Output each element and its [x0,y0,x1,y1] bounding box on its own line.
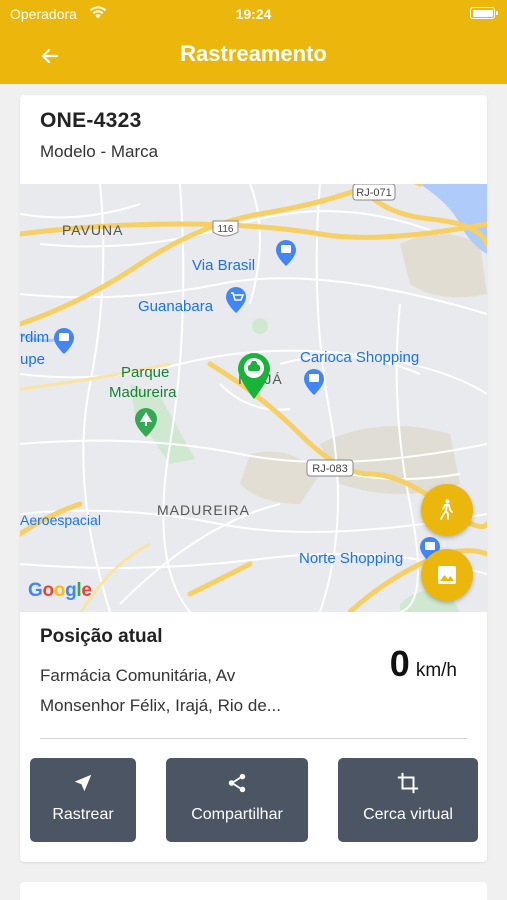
image-icon [438,566,456,584]
clock: 19:24 [235,6,272,22]
battery-icon [470,7,498,19]
speed-readout: 0 km/h [390,643,457,685]
map-label-jardim-2: upe [20,351,45,368]
road-shield-rj071: RJ-071 [352,184,396,201]
geofence-button[interactable]: Cerca virtual [338,758,478,842]
share-button-label: Compartilhar [191,806,283,823]
track-button[interactable]: Rastrear [30,758,136,842]
status-bar: Operadora 19:24 [0,0,507,28]
map-label-parque-madureira: Madureira [109,384,177,401]
share-button[interactable]: Compartilhar [166,758,308,842]
navigation-arrow-icon [74,774,92,792]
geofence-button-label: Cerca virtual [363,806,453,823]
road-label-116: 116 [218,224,234,235]
street-view-button[interactable] [421,484,473,536]
road-shield-116: 116 [212,220,239,237]
current-position-title: Posição atual [40,626,163,647]
address-line-1: Farmácia Comunitária, Av [40,666,236,685]
road-label-rj071: RJ-071 [356,187,391,199]
road-shield-rj083: RJ-083 [306,459,354,477]
track-button-label: Rastrear [52,806,114,823]
divider [40,738,467,739]
road-label-rj083: RJ-083 [312,463,347,475]
map-label-via-brasil: Via Brasil [192,257,255,274]
speed-value: 0 [389,643,410,684]
map-label-aeroespacial: Aeroespacial [20,512,101,528]
vehicle-plate: ONE-4323 [40,109,142,132]
google-logo: Google [28,580,92,601]
map-label-pavuna: PAVUNA [62,222,124,238]
map-label-jardim-1: rdim [20,329,49,346]
map-label-guanabara: Guanabara [138,298,214,315]
speed-unit: km/h [415,660,457,681]
map-canvas: RJ-071 116 RJ-083 PAVUNA Via Brasil Guan… [20,184,487,612]
map-view[interactable]: RJ-071 116 RJ-083 PAVUNA Via Brasil Guan… [20,184,487,612]
vehicle-model: Modelo - Marca [40,142,159,161]
walking-person-icon [440,499,453,520]
current-address: Farmácia Comunitária, Av Monsenhor Félix… [40,661,340,721]
map-label-parque: Parque [121,364,169,381]
map-label-madureira: MADUREIRA [157,502,250,518]
address-line-2: Monsenhor Félix, Irajá, Rio de... [40,696,281,715]
share-icon [228,773,246,793]
page-title: Rastreamento [180,41,327,66]
crop-icon [397,772,419,794]
secondary-card [20,882,487,900]
app-bar: Rastreamento [0,28,507,84]
map-label-carioca-shopping: Carioca Shopping [300,349,419,366]
map-label-norte-shopping: Norte Shopping [299,550,403,567]
map-layer-button[interactable] [421,549,473,601]
vehicle-card: ONE-4323 Modelo - Marca RJ-071 116 RJ-08… [20,95,487,862]
